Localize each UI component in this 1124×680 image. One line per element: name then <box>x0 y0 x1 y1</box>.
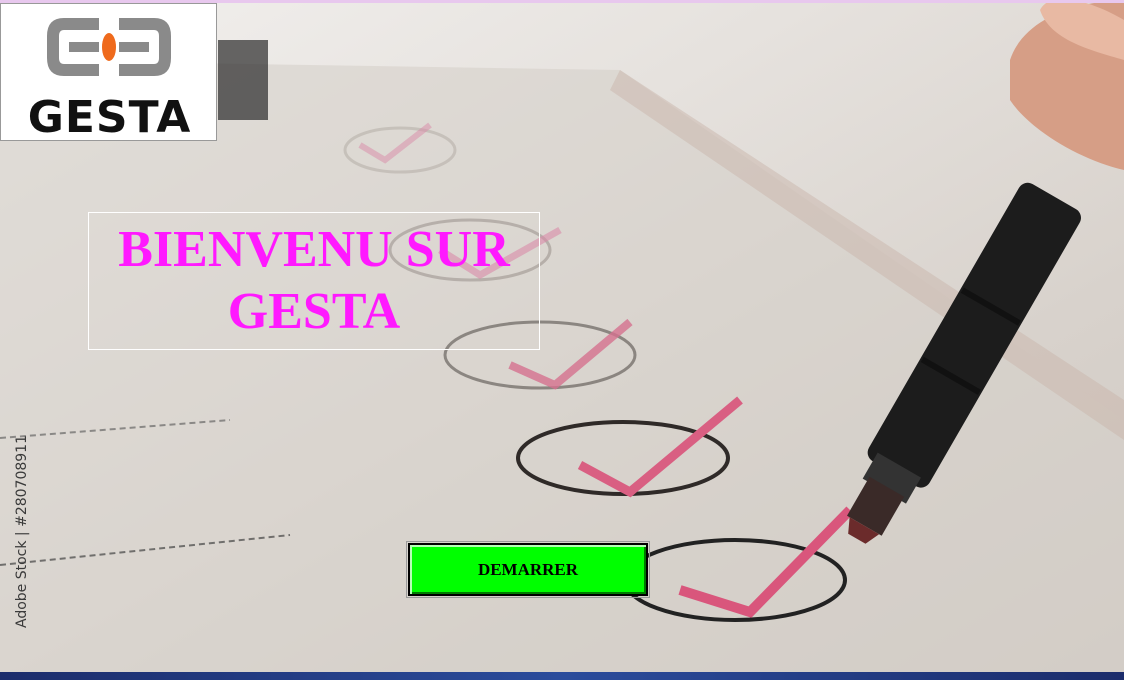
stock-watermark: Adobe Stock | #280708911 <box>14 435 30 628</box>
start-button[interactable]: DEMARRER <box>406 541 650 598</box>
logo-text: GESTA <box>27 92 192 143</box>
welcome-title-line2: GESTA <box>227 283 401 340</box>
gesta-logo-icon <box>47 18 171 76</box>
welcome-title-box: BIENVENU SUR GESTA <box>88 212 540 350</box>
gesta-logo: GESTA <box>0 3 217 143</box>
welcome-title-line1: BIENVENU SUR <box>118 221 510 278</box>
bottom-bar <box>0 672 1124 680</box>
